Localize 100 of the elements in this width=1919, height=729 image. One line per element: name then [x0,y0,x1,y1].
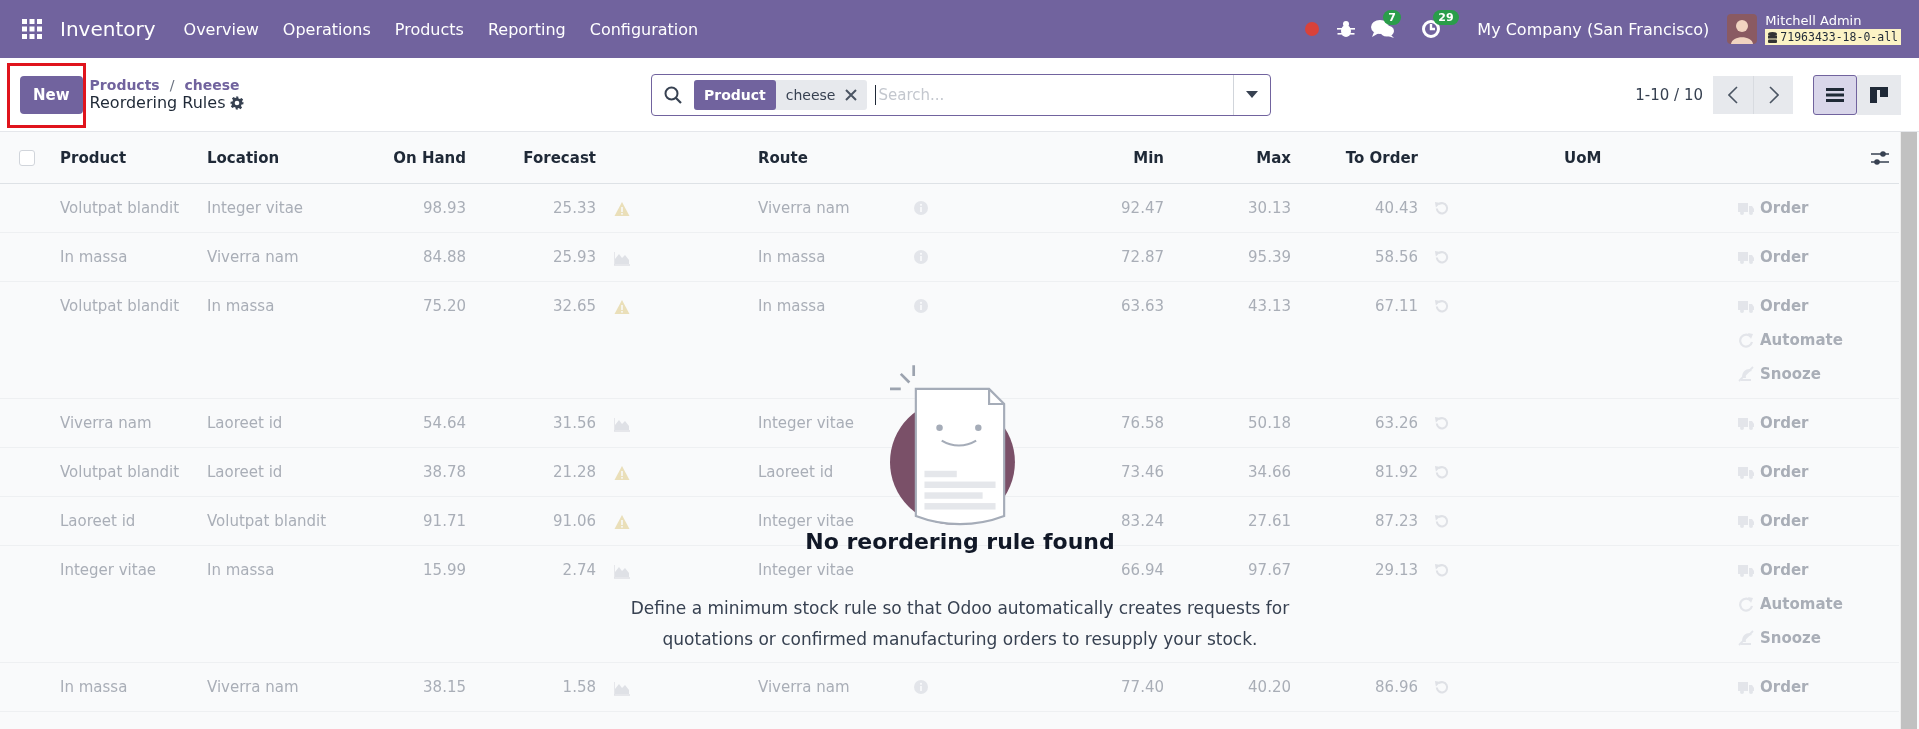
count-badge: 29 [1433,10,1459,25]
location-cell: Volutpat blandit [207,512,327,530]
max-cell: 50.18 [1248,414,1291,432]
page-title: Reordering Rules [89,93,226,112]
location-cell: Laoreet id [207,463,283,481]
reset-icon[interactable] [1434,250,1449,265]
filter-facet[interactable]: Product cheese [694,79,868,110]
facet-label: Product [694,79,776,110]
max-cell: 34.66 [1248,463,1291,481]
search-input[interactable]: Search... [875,84,1233,105]
warning-icon[interactable] [614,514,630,530]
product-cell: In massa [60,678,128,696]
to-order-cell: 29.13 [1375,561,1418,579]
clock-icon[interactable] [1421,19,1442,39]
menu-item[interactable]: Overview [171,19,271,39]
user-name[interactable]: Mitchell Admin [1765,13,1901,28]
max-cell: 97.67 [1248,561,1291,579]
product-cell: Laoreet id [60,512,136,530]
scrollbar[interactable] [1900,132,1917,729]
reset-icon[interactable] [1434,563,1449,578]
column-header[interactable]: To Order [1345,148,1418,167]
product-cell: Volutpat blandit [60,463,180,481]
breadcrumb-link[interactable]: cheese [184,77,240,93]
forecast-cell: 31.56 [553,414,596,432]
avatar-icon[interactable] [1727,14,1758,44]
max-cell: 95.39 [1248,248,1291,266]
column-header[interactable]: On Hand [393,148,466,167]
max-cell: 30.13 [1248,199,1291,217]
column-header[interactable]: Min [1133,148,1164,167]
min-cell: 76.58 [1121,414,1164,432]
next-page-button[interactable] [1753,75,1793,114]
app-name[interactable]: Inventory [60,17,156,41]
chat-icon[interactable] [1371,19,1396,39]
record-icon[interactable] [1305,22,1320,36]
on-hand-cell: 84.88 [423,248,466,266]
menu-item[interactable]: Configuration [577,19,711,39]
select-all-checkbox[interactable] [19,149,35,166]
menu-item[interactable]: Reporting [475,19,578,39]
list-view-button[interactable] [1813,74,1857,115]
to-order-cell: 81.92 [1375,463,1418,481]
product-cell: Volutpat blandit [60,297,180,315]
chevron-right-icon [1768,85,1779,104]
route-cell: Viverra nam [758,199,850,217]
min-cell: 73.46 [1121,463,1164,481]
to-order-cell: 40.43 [1375,199,1418,217]
area-chart-icon[interactable] [614,416,630,432]
settings-icon[interactable] [229,95,244,110]
area-chart-icon[interactable] [614,250,630,266]
location-cell: In massa [207,561,275,579]
company-switcher[interactable]: My Company (San Francisco) [1477,19,1710,39]
reset-icon[interactable] [1434,465,1449,480]
route-cell: Laoreet id [758,463,834,481]
dropdown-caret-icon[interactable] [1246,91,1258,98]
on-hand-cell: 15.99 [423,561,466,579]
apps-menu-icon[interactable] [22,19,42,39]
max-cell: 27.61 [1248,512,1291,530]
reset-icon[interactable] [1434,299,1449,314]
reset-icon[interactable] [1434,514,1449,529]
to-order-cell: 86.96 [1375,678,1418,696]
bug-icon[interactable] [1337,20,1356,38]
column-header[interactable]: Product [60,148,127,167]
column-header[interactable]: Max [1256,148,1291,167]
kanban-view-button[interactable] [1857,74,1901,115]
new-button[interactable]: New [20,75,83,114]
on-hand-cell: 38.78 [423,463,466,481]
breadcrumb-link[interactable]: Products [89,77,160,93]
product-cell: In massa [60,248,128,266]
reset-icon[interactable] [1434,201,1449,216]
forecast-cell: 32.65 [553,297,596,315]
search-field[interactable]: Product cheese Search... [651,73,1271,116]
column-header[interactable]: UoM [1564,148,1602,167]
on-hand-cell: 98.93 [423,199,466,217]
column-header[interactable]: Route [758,148,808,167]
previous-page-button[interactable] [1713,75,1753,114]
to-order-cell: 58.56 [1375,248,1418,266]
column-header[interactable]: Location [207,148,280,167]
reset-icon[interactable] [1434,680,1449,695]
warning-icon[interactable] [614,465,630,481]
menu-item[interactable]: Operations [270,19,383,39]
column-settings-icon[interactable] [1871,149,1889,166]
location-cell: In massa [207,297,275,315]
warning-icon[interactable] [614,201,630,217]
route-cell: Viverra nam [758,678,850,696]
column-header[interactable]: Forecast [523,148,596,167]
pager-value: 1-10 / 10 [1635,85,1703,104]
chevron-left-icon [1728,85,1738,104]
close-icon[interactable] [845,88,858,101]
on-hand-cell: 75.20 [423,297,466,315]
search-icon [664,85,682,104]
min-cell: 63.63 [1121,297,1164,315]
menu-item[interactable]: Products [382,19,476,39]
on-hand-cell: 91.71 [423,512,466,530]
database-icon [1768,31,1778,43]
forecast-cell: 2.74 [562,561,596,579]
forecast-cell: 25.33 [553,199,596,217]
area-chart-icon[interactable] [614,680,630,696]
area-chart-icon[interactable] [614,563,630,579]
product-cell: Viverra nam [60,414,152,432]
warning-icon[interactable] [614,299,630,315]
reset-icon[interactable] [1434,416,1449,431]
